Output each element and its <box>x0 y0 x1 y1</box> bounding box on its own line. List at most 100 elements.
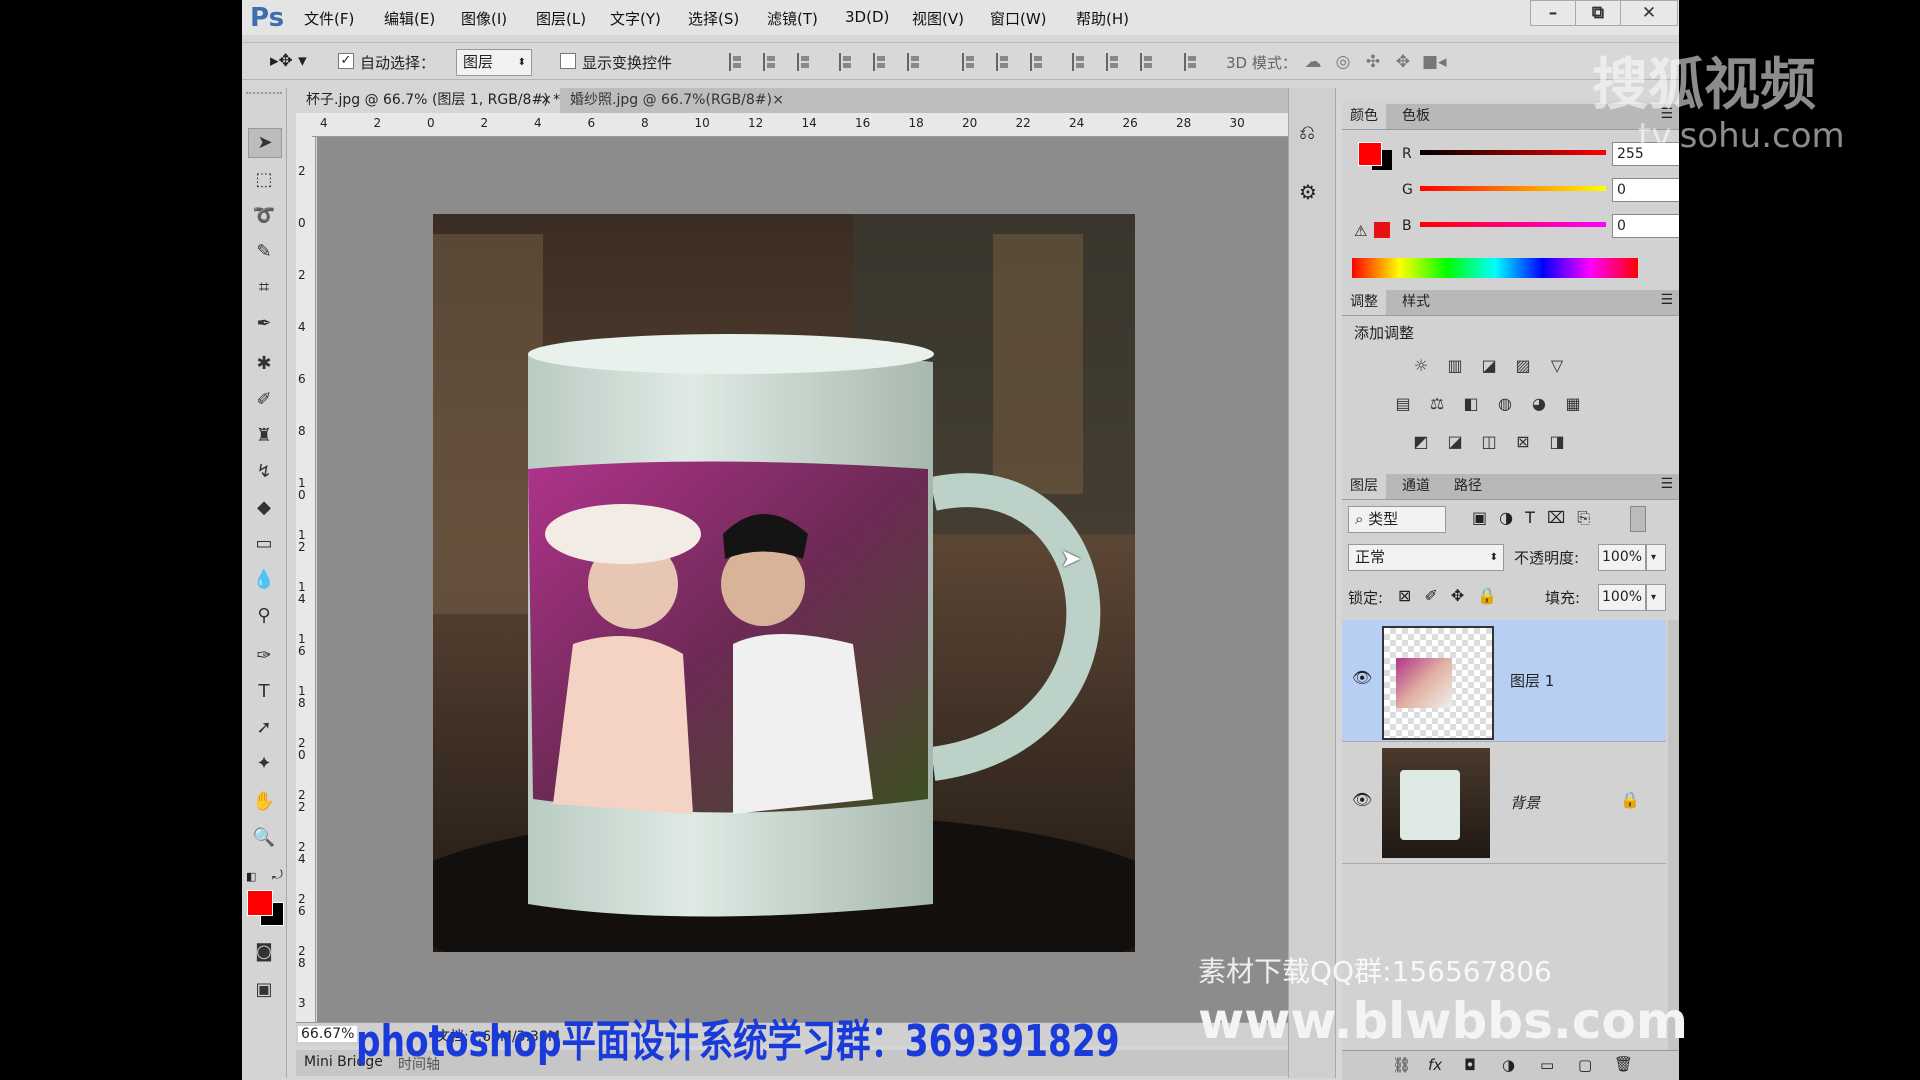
levels-adjust-icon[interactable]: ▥ <box>1444 355 1466 377</box>
panel-menu-icon[interactable]: ☰ <box>1660 476 1673 492</box>
tab-close-icon[interactable]: × <box>540 88 552 113</box>
align-left-icon[interactable] <box>839 53 855 71</box>
menu-help[interactable]: 帮助(H) <box>1076 8 1129 29</box>
tab-close-icon[interactable]: × <box>772 88 784 113</box>
menu-file[interactable]: 文件(F) <box>304 8 354 29</box>
tab-styles[interactable]: 样式 <box>1394 290 1438 315</box>
menu-layer[interactable]: 图层(L) <box>536 8 586 29</box>
eye-icon[interactable]: 👁 <box>1352 790 1372 809</box>
history-brush-tool-icon[interactable]: ↯ <box>248 458 280 486</box>
layer-name[interactable]: 背景 <box>1510 792 1540 813</box>
new-layer-icon[interactable]: ▢ <box>1578 1056 1592 1074</box>
black-white-adjust-icon[interactable]: ◧ <box>1460 393 1482 415</box>
layer-filter-dropdown[interactable]: ⌕ 类型 <box>1348 506 1446 533</box>
fill-dropdown-icon[interactable]: ▾ <box>1646 584 1666 611</box>
vibrance-adjust-icon[interactable]: ▽ <box>1546 355 1568 377</box>
foreground-color-swatch[interactable] <box>247 890 273 916</box>
lock-options-icons[interactable]: ⊠✐✥🔒 <box>1398 586 1510 605</box>
hand-tool-icon[interactable]: ✋ <box>248 788 280 816</box>
selective-color-adjust-icon[interactable]: ⊠ <box>1512 431 1534 453</box>
path-select-tool-icon[interactable]: ➚ <box>248 714 280 742</box>
eraser-tool-icon[interactable]: ◆ <box>248 494 280 522</box>
shape-tool-icon[interactable]: ✦ <box>248 750 280 778</box>
restore-button[interactable]: ⧉ <box>1575 0 1621 26</box>
gamut-color-swatch[interactable] <box>1374 222 1390 238</box>
healing-brush-tool-icon[interactable]: ✱ <box>248 350 280 378</box>
link-layers-icon[interactable]: ⛓ <box>1392 1056 1411 1074</box>
tab-channels[interactable]: 通道 <box>1394 474 1438 499</box>
align-bottom-icon[interactable] <box>797 53 813 71</box>
photo-filter-adjust-icon[interactable]: ◍ <box>1494 393 1516 415</box>
channel-r-slider[interactable] <box>1420 150 1606 155</box>
3d-scale-icon[interactable]: ■◂ <box>1422 52 1447 72</box>
distribute-vcenter-icon[interactable] <box>996 53 1012 71</box>
brush-tool-icon[interactable]: ✐ <box>248 386 280 414</box>
marquee-tool-icon[interactable]: ⬚ <box>248 166 280 194</box>
menu-filter[interactable]: 滤镜(T) <box>767 8 818 29</box>
blur-tool-icon[interactable]: 💧 <box>248 566 280 594</box>
tab-wedding-document[interactable]: 婚纱照.jpg @ 66.7%(RGB/8#) × <box>560 88 792 113</box>
menu-view[interactable]: 视图(V) <box>912 8 964 29</box>
properties-panel-icon[interactable]: ⚙ <box>1299 180 1317 204</box>
crop-tool-icon[interactable]: ⌗ <box>248 274 280 302</box>
brightness-adjust-icon[interactable]: ☼ <box>1410 355 1432 377</box>
gradient-map-adjust-icon[interactable]: ◨ <box>1546 431 1568 453</box>
default-colors-icon[interactable]: ◧ <box>246 870 256 883</box>
stamp-tool-icon[interactable]: ♜ <box>248 422 280 450</box>
channel-b-slider[interactable] <box>1420 222 1606 227</box>
fx-icon[interactable]: fx <box>1428 1056 1442 1074</box>
align-vcenter-icon[interactable] <box>763 53 779 71</box>
layers-scrollbar[interactable] <box>1668 620 1679 1050</box>
layer-row[interactable]: 👁 图层 1 <box>1342 620 1666 742</box>
menu-edit[interactable]: 编辑(E) <box>384 8 435 29</box>
new-group-icon[interactable]: ▭ <box>1540 1056 1554 1074</box>
opacity-dropdown-icon[interactable]: ▾ <box>1646 544 1666 571</box>
lasso-tool-icon[interactable]: ➰ <box>248 202 280 230</box>
channel-g-slider[interactable] <box>1420 186 1606 191</box>
menu-select[interactable]: 选择(S) <box>688 8 739 29</box>
fill-input[interactable]: 100% <box>1598 584 1646 611</box>
move-tool-preset-icon[interactable]: ▸✥ ▾ <box>270 51 307 71</box>
distribute-top-icon[interactable] <box>962 53 978 71</box>
3d-roll-icon[interactable]: ◎ <box>1332 52 1354 72</box>
tab-color[interactable]: 颜色 <box>1342 104 1386 129</box>
3d-rotate-icon[interactable]: ☁ <box>1302 52 1324 72</box>
screen-mode-icon[interactable]: ▣ <box>248 976 280 1004</box>
menu-3d[interactable]: 3D(D) <box>845 8 889 26</box>
exposure-adjust-icon[interactable]: ▨ <box>1512 355 1534 377</box>
distribute-left-icon[interactable] <box>1072 53 1088 71</box>
document-canvas[interactable] <box>433 214 1135 952</box>
dodge-tool-icon[interactable]: ⚲ <box>248 602 280 630</box>
delete-layer-icon[interactable]: 🗑 <box>1614 1055 1633 1073</box>
eyedropper-tool-icon[interactable]: ✒ <box>248 310 280 338</box>
threshold-adjust-icon[interactable]: ◫ <box>1478 431 1500 453</box>
channel-g-input[interactable]: 0 <box>1612 178 1679 202</box>
type-tool-icon[interactable]: T <box>248 678 280 706</box>
canvas-area[interactable]: ➤ <box>317 137 1292 1022</box>
tab-adjustments[interactable]: 调整 <box>1342 290 1386 315</box>
menu-type[interactable]: 文字(Y) <box>610 8 661 29</box>
blend-mode-dropdown[interactable]: 正常 ⬍ <box>1348 544 1504 571</box>
tab-layers[interactable]: 图层 <box>1342 474 1386 499</box>
align-top-icon[interactable] <box>729 53 745 71</box>
auto-select-dropdown[interactable]: 图层 ⬍ <box>456 49 532 76</box>
show-transform-checkbox[interactable] <box>560 53 576 69</box>
auto-align-icon[interactable] <box>1184 53 1204 71</box>
history-panel-icon[interactable]: ⎌ <box>1299 120 1315 144</box>
posterize-adjust-icon[interactable]: ◪ <box>1444 431 1466 453</box>
color-balance-adjust-icon[interactable]: ⚖ <box>1426 393 1448 415</box>
3d-pan-icon[interactable]: ✣ <box>1362 52 1384 72</box>
swap-colors-icon[interactable]: ⤾ <box>272 868 283 883</box>
close-window-button[interactable]: ✕ <box>1620 0 1678 26</box>
hue-saturation-adjust-icon[interactable]: ▤ <box>1392 393 1414 415</box>
curves-adjust-icon[interactable]: ◪ <box>1478 355 1500 377</box>
layer-filter-icons[interactable]: ▣◑T⌧⎘ <box>1472 508 1602 528</box>
channel-b-input[interactable]: 0 <box>1612 214 1679 238</box>
zoom-tool-icon[interactable]: 🔍 <box>248 824 280 852</box>
align-hcenter-icon[interactable] <box>873 53 889 71</box>
menu-window[interactable]: 窗口(W) <box>990 8 1047 29</box>
zoom-level[interactable]: 66.67% <box>298 1026 358 1042</box>
layer-name[interactable]: 图层 1 <box>1510 670 1554 691</box>
channel-mixer-adjust-icon[interactable]: ◕ <box>1528 393 1550 415</box>
tab-paths[interactable]: 路径 <box>1446 474 1490 499</box>
